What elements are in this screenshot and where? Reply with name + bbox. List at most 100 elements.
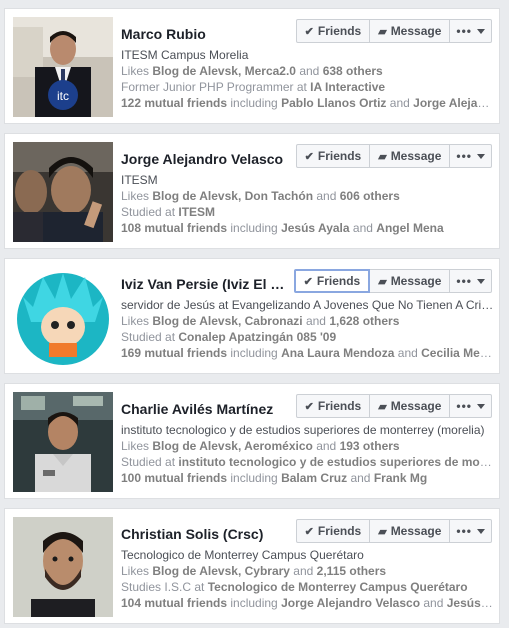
mutual-friend-link[interactable]: Jorge Alejandro Velasco [413, 96, 495, 110]
friends-button[interactable]: ✔ Friends [293, 269, 371, 293]
message-icon: ▰ [378, 25, 387, 38]
likes-others-link[interactable]: 606 others [340, 189, 400, 203]
work-link[interactable]: IA Interactive [310, 80, 385, 94]
friend-name[interactable]: Charlie Avilés Martínez [121, 400, 291, 418]
message-button[interactable]: ▰ Message [370, 144, 451, 168]
more-options-button[interactable]: ••• [450, 519, 492, 543]
work-line: Studied at ITESM [121, 205, 216, 219]
likes-line: Likes Blog de Alevsk, Cabronazi and 1,62… [121, 314, 400, 328]
friend-card: Jorge Alejandro Velasco ITESM Likes Blog… [4, 133, 500, 249]
message-button[interactable]: ▰ Message [370, 519, 451, 543]
more-options-button[interactable]: ••• [450, 269, 492, 293]
friends-button[interactable]: ✔ Friends [295, 394, 371, 418]
profile-photo-jorge[interactable] [13, 142, 113, 242]
mutual-friend-link[interactable]: Pablo Llanos Ortiz [281, 96, 386, 110]
caret-down-icon [477, 278, 485, 284]
caret-down-icon [477, 28, 485, 34]
mutual-friend-link[interactable]: Balam Cruz [281, 471, 347, 485]
friends-button[interactable]: ✔ Friends [295, 144, 371, 168]
more-dots-icon: ••• [456, 524, 472, 538]
likes-others-link[interactable]: 2,115 others [317, 564, 386, 578]
likes-line: Likes Blog de Alevsk, Cybrary and 2,115 … [121, 564, 387, 578]
more-options-button[interactable]: ••• [450, 19, 492, 43]
message-icon: ▰ [378, 275, 387, 288]
checkmark-icon: ✔ [304, 150, 314, 163]
profile-photo-charlie[interactable] [13, 392, 113, 492]
message-icon: ▰ [378, 150, 387, 163]
friends-button[interactable]: ✔ Friends [295, 519, 371, 543]
friend-name[interactable]: Marco Rubio [121, 25, 291, 43]
mutual-friends-line: 108 mutual friends including Jesús Ayala… [121, 221, 444, 235]
mutual-friends-line: 104 mutual friends including Jorge Aleja… [121, 595, 495, 611]
mutual-friends-line: 122 mutual friends including Pablo Llano… [121, 95, 495, 111]
checkmark-icon: ✔ [303, 275, 313, 288]
mutual-count-link[interactable]: 104 mutual friends [121, 596, 227, 610]
friends-button[interactable]: ✔ Friends [295, 19, 371, 43]
mutual-friend-link[interactable]: Cecilia Mendoza [421, 346, 495, 360]
mutual-friend-link[interactable]: Jesús Ayala [447, 596, 495, 610]
work-link[interactable]: Conalep Apatzingán 085 '09 [178, 330, 336, 344]
message-button[interactable]: ▰ Message [370, 269, 451, 293]
caret-down-icon [477, 403, 485, 409]
friend-subtitle: servidor de Jesús at Evangelizando A Jov… [121, 298, 495, 312]
likes-others-link[interactable]: 193 others [340, 439, 400, 453]
mutual-friend-link[interactable]: Ana Laura Mendoza [281, 346, 394, 360]
message-icon: ▰ [378, 525, 387, 538]
friend-subtitle: ITESM [121, 173, 158, 187]
likes-line: Likes Blog de Alevsk, Merca2.0 and 638 o… [121, 64, 383, 78]
svg-text:itc: itc [57, 89, 69, 103]
work-link[interactable]: ITESM [178, 205, 215, 219]
message-button[interactable]: ▰ Message [370, 19, 451, 43]
likes-line: Likes Blog de Alevsk, Don Tachón and 606… [121, 189, 400, 203]
more-dots-icon: ••• [456, 24, 472, 38]
more-options-button[interactable]: ••• [450, 144, 492, 168]
more-dots-icon: ••• [456, 149, 472, 163]
friend-card: itc Marco Rubio ITESM Campus Morelia Lik… [4, 8, 500, 124]
likes-others-link[interactable]: 638 others [323, 64, 383, 78]
mutual-friend-link[interactable]: Angel Mena [376, 221, 443, 235]
mutual-friends-line: 169 mutual friends including Ana Laura M… [121, 345, 495, 361]
profile-photo-christian[interactable] [13, 517, 113, 617]
mutual-friend-link[interactable]: Jorge Alejandro Velasco [281, 596, 420, 610]
checkmark-icon: ✔ [304, 400, 314, 413]
liked-pages-link[interactable]: Blog de Alevsk, Don Tachón [152, 189, 313, 203]
liked-pages-link[interactable]: Blog de Alevsk, Cabronazi [152, 314, 302, 328]
liked-pages-link[interactable]: Blog de Alevsk, Cybrary [152, 564, 290, 578]
work-line: Studied at Conalep Apatzingán 085 '09 [121, 330, 337, 344]
profile-photo-marco[interactable]: itc [13, 17, 113, 117]
mutual-count-link[interactable]: 169 mutual friends [121, 346, 227, 360]
more-options-button[interactable]: ••• [450, 394, 492, 418]
friend-card: Christian Solis (Crsc) Tecnologico de Mo… [4, 508, 500, 624]
liked-pages-link[interactable]: Blog de Alevsk, Aeroméxico [152, 439, 313, 453]
more-dots-icon: ••• [456, 274, 472, 288]
work-link[interactable]: Tecnologico de Monterrey Campus Querétar… [208, 580, 468, 594]
friend-subtitle: instituto tecnologico y de estudios supe… [121, 423, 485, 437]
work-line: Studied at instituto tecnologico y de es… [121, 454, 495, 470]
profile-photo-iviz[interactable] [13, 267, 113, 367]
caret-down-icon [477, 153, 485, 159]
work-line: Studies I.S.C at Tecnologico de Monterre… [121, 580, 468, 594]
likes-line: Likes Blog de Alevsk, Aeroméxico and 193… [121, 439, 400, 453]
mutual-count-link[interactable]: 122 mutual friends [121, 96, 227, 110]
likes-others-link[interactable]: 1,628 others [329, 314, 399, 328]
friend-subtitle: ITESM Campus Morelia [121, 48, 249, 62]
more-dots-icon: ••• [456, 399, 472, 413]
mutual-friend-link[interactable]: Frank Mg [374, 471, 427, 485]
checkmark-icon: ✔ [304, 25, 314, 38]
friend-name[interactable]: Iviz Van Persie (Iviz El Guardián) [121, 275, 291, 293]
mutual-count-link[interactable]: 100 mutual friends [121, 471, 227, 485]
friend-card: Charlie Avilés Martínez instituto tecnol… [4, 383, 500, 499]
work-link[interactable]: instituto tecnologico y de estudios supe… [178, 455, 495, 469]
friend-subtitle: Tecnologico de Monterrey Campus Querétar… [121, 548, 364, 562]
work-line: Former Junior PHP Programmer at IA Inter… [121, 80, 386, 94]
friends-list: itc Marco Rubio ITESM Campus Morelia Lik… [0, 0, 509, 628]
mutual-friends-line: 100 mutual friends including Balam Cruz … [121, 471, 428, 485]
mutual-friend-link[interactable]: Jesús Ayala [281, 221, 350, 235]
liked-pages-link[interactable]: Blog de Alevsk, Merca2.0 [152, 64, 296, 78]
caret-down-icon [477, 528, 485, 534]
checkmark-icon: ✔ [304, 525, 314, 538]
message-icon: ▰ [378, 400, 387, 413]
mutual-count-link[interactable]: 108 mutual friends [121, 221, 227, 235]
friend-card: Iviz Van Persie (Iviz El Guardián) servi… [4, 258, 500, 374]
message-button[interactable]: ▰ Message [370, 394, 451, 418]
